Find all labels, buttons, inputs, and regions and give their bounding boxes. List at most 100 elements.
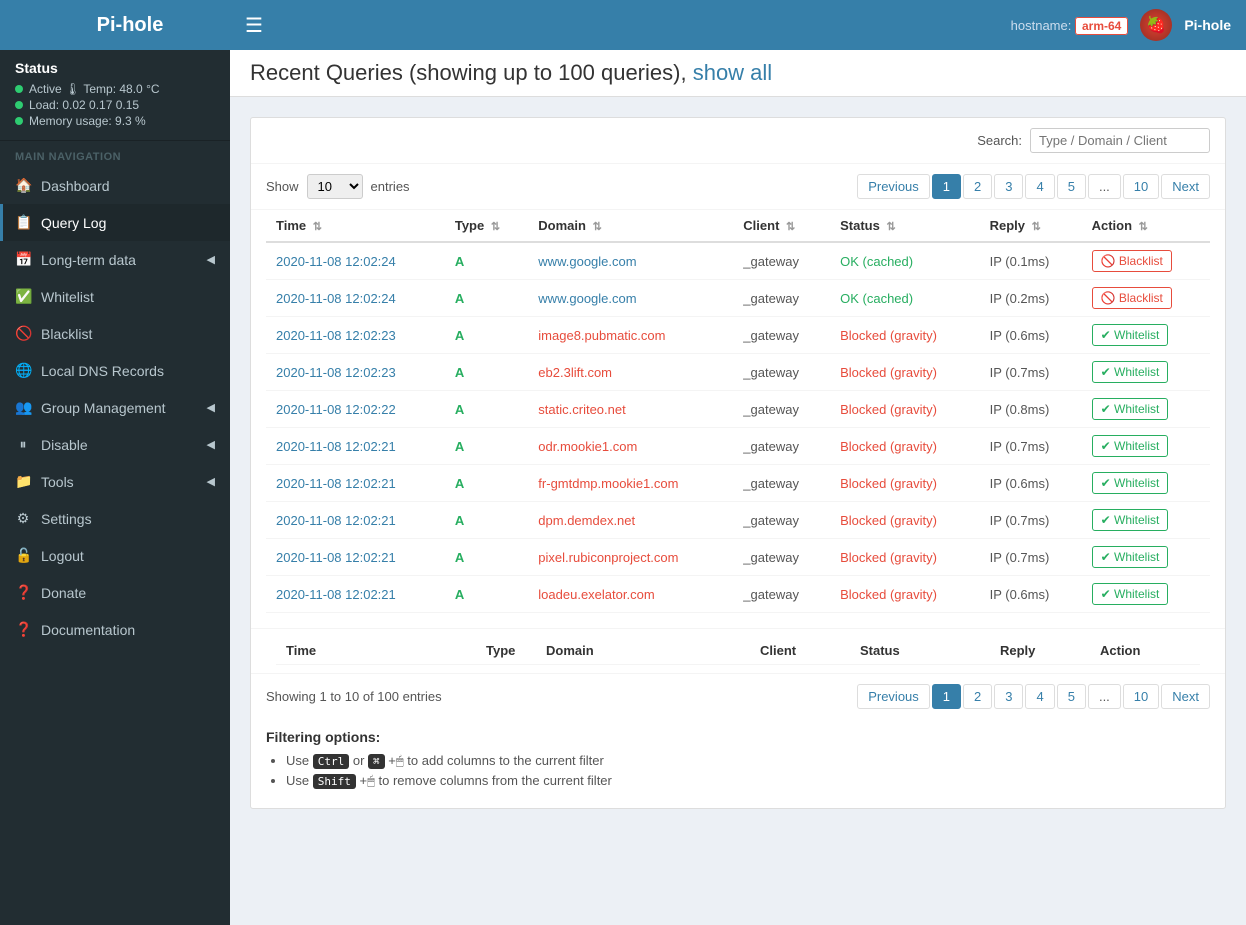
page-4-btn-top[interactable]: 4 (1025, 174, 1054, 199)
next-btn-bottom[interactable]: Next (1161, 684, 1210, 709)
sidebar-item-donate-label: Donate (41, 585, 86, 601)
prev-btn-bottom[interactable]: Previous (857, 684, 930, 709)
search-input[interactable] (1030, 128, 1210, 153)
col-action[interactable]: Action ⇅ (1082, 210, 1210, 242)
whitelist-btn-2[interactable]: ✔ Whitelist (1092, 324, 1169, 346)
whitelist-btn-9[interactable]: ✔ Whitelist (1092, 583, 1169, 605)
filter-options-list: Use Ctrl or ⌘ +🖱 to add columns to the c… (266, 753, 1210, 789)
prev-btn-top[interactable]: Previous (857, 174, 930, 199)
table-row: 2020-11-08 12:02:22 A static.criteo.net … (266, 391, 1210, 428)
col-client[interactable]: Client ⇅ (733, 210, 830, 242)
cell-domain-0[interactable]: www.google.com (528, 242, 733, 280)
page-5-btn-bottom[interactable]: 5 (1057, 684, 1086, 709)
cell-domain-9[interactable]: loadeu.exelator.com (528, 576, 733, 613)
page-10-btn-bottom[interactable]: 10 (1123, 684, 1159, 709)
cell-status-1: OK (cached) (830, 280, 979, 317)
dots-btn-bottom: ... (1088, 684, 1121, 709)
col-type[interactable]: Type ⇅ (445, 210, 528, 242)
tools-arrow: ◀ (207, 475, 215, 488)
sidebar-item-tools[interactable]: 📁 Tools ◀ (0, 463, 230, 500)
sidebar-item-querylog[interactable]: 📋 Query Log (0, 204, 230, 241)
page-3-btn-top[interactable]: 3 (994, 174, 1023, 199)
cell-action-0[interactable]: 🚫 Blacklist (1082, 242, 1210, 280)
whitelist-btn-3[interactable]: ✔ Whitelist (1092, 361, 1169, 383)
sidebar-item-logout[interactable]: 🔓 Logout (0, 537, 230, 574)
sidebar-item-groupmgmt[interactable]: 👥 Group Management ◀ (0, 389, 230, 426)
cell-domain-3[interactable]: eb2.3lift.com (528, 354, 733, 391)
click-icon-2: 🖱 (367, 773, 375, 788)
show-label: Show (266, 179, 299, 194)
page-10-btn-top[interactable]: 10 (1123, 174, 1159, 199)
cell-action-1[interactable]: 🚫 Blacklist (1082, 280, 1210, 317)
cell-action-3[interactable]: ✔ Whitelist (1082, 354, 1210, 391)
box-footer: Showing 1 to 10 of 100 entries Previous … (251, 673, 1225, 719)
whitelist-btn-7[interactable]: ✔ Whitelist (1092, 509, 1169, 531)
cell-time-3: 2020-11-08 12:02:23 (266, 354, 445, 391)
cell-domain-6[interactable]: fr-gmtdmp.mookie1.com (528, 465, 733, 502)
show-all-link[interactable]: show all (693, 60, 772, 85)
page-1-btn-top[interactable]: 1 (932, 174, 961, 199)
col-time[interactable]: Time ⇅ (266, 210, 445, 242)
page-2-btn-top[interactable]: 2 (963, 174, 992, 199)
cell-action-2[interactable]: ✔ Whitelist (1082, 317, 1210, 354)
sidebar-item-settings[interactable]: ⚙ Settings (0, 500, 230, 537)
sidebar: Status Active 🌡 Temp: 48.0 °C Load: 0.02… (0, 50, 230, 925)
page-3-btn-bottom[interactable]: 3 (994, 684, 1023, 709)
cell-domain-2[interactable]: image8.pubmatic.com (528, 317, 733, 354)
cell-type-7: A (445, 502, 528, 539)
whitelist-btn-5[interactable]: ✔ Whitelist (1092, 435, 1169, 457)
cell-time-0: 2020-11-08 12:02:24 (266, 242, 445, 280)
cell-domain-4[interactable]: static.criteo.net (528, 391, 733, 428)
content-wrapper: Recent Queries (showing up to 100 querie… (230, 50, 1246, 925)
cell-domain-5[interactable]: odr.mookie1.com (528, 428, 733, 465)
cell-action-6[interactable]: ✔ Whitelist (1082, 465, 1210, 502)
entries-select[interactable]: 10 25 50 100 (307, 174, 363, 199)
table-row: 2020-11-08 12:02:23 A image8.pubmatic.co… (266, 317, 1210, 354)
cell-domain-7[interactable]: dpm.demdex.net (528, 502, 733, 539)
sidebar-item-disable[interactable]: ⏸ Disable ◀ (0, 426, 230, 463)
sidebar-item-tools-label: Tools (41, 474, 74, 490)
table-container: Time ⇅ Type ⇅ Domain ⇅ Client ⇅ Status ⇅… (251, 210, 1225, 628)
sidebar-item-localdns[interactable]: 🌐 Local DNS Records (0, 352, 230, 389)
blacklist-btn-0[interactable]: 🚫 Blacklist (1092, 250, 1172, 272)
sidebar-item-donate[interactable]: ❓ Donate (0, 574, 230, 611)
load-dot (15, 101, 23, 109)
status-load-text: Load: 0.02 0.17 0.15 (29, 98, 139, 112)
cell-type-8: A (445, 539, 528, 576)
cell-domain-1[interactable]: www.google.com (528, 280, 733, 317)
cell-time-1: 2020-11-08 12:02:24 (266, 280, 445, 317)
page-2-btn-bottom[interactable]: 2 (963, 684, 992, 709)
whitelist-btn-8[interactable]: ✔ Whitelist (1092, 546, 1169, 568)
col-reply[interactable]: Reply ⇅ (980, 210, 1082, 242)
sidebar-toggle[interactable]: ☰ (245, 13, 263, 38)
sidebar-item-longterm[interactable]: 📅 Long-term data ◀ (0, 241, 230, 278)
cell-client-4: _gateway (733, 391, 830, 428)
sidebar-item-documentation[interactable]: ❓ Documentation (0, 611, 230, 648)
blacklist-btn-1[interactable]: 🚫 Blacklist (1092, 287, 1172, 309)
next-btn-top[interactable]: Next (1161, 174, 1210, 199)
cell-status-7: Blocked (gravity) (830, 502, 979, 539)
col-domain[interactable]: Domain ⇅ (528, 210, 733, 242)
cell-reply-1: IP (0.2ms) (980, 280, 1082, 317)
cell-action-4[interactable]: ✔ Whitelist (1082, 391, 1210, 428)
page-1-btn-bottom[interactable]: 1 (932, 684, 961, 709)
cell-domain-8[interactable]: pixel.rubiconproject.com (528, 539, 733, 576)
cell-action-9[interactable]: ✔ Whitelist (1082, 576, 1210, 613)
cell-action-7[interactable]: ✔ Whitelist (1082, 502, 1210, 539)
bottom-col-domain: Domain (536, 637, 750, 665)
sidebar-item-blacklist[interactable]: 🚫 Blacklist (0, 315, 230, 352)
col-status[interactable]: Status ⇅ (830, 210, 979, 242)
page-4-btn-bottom[interactable]: 4 (1025, 684, 1054, 709)
cell-status-4: Blocked (gravity) (830, 391, 979, 428)
whitelist-btn-4[interactable]: ✔ Whitelist (1092, 398, 1169, 420)
page-5-btn-top[interactable]: 5 (1057, 174, 1086, 199)
whitelist-btn-6[interactable]: ✔ Whitelist (1092, 472, 1169, 494)
sidebar-item-whitelist[interactable]: ✅ Whitelist (0, 278, 230, 315)
sidebar-item-disable-label: Disable (41, 437, 88, 453)
cell-time-2: 2020-11-08 12:02:23 (266, 317, 445, 354)
cell-action-8[interactable]: ✔ Whitelist (1082, 539, 1210, 576)
cell-action-5[interactable]: ✔ Whitelist (1082, 428, 1210, 465)
entries-label: entries (371, 179, 410, 194)
sidebar-item-dashboard[interactable]: 🏠 Dashboard (0, 167, 230, 204)
top-navbar: Pi-hole ☰ hostname: arm-64 🍓 Pi-hole (0, 0, 1246, 50)
